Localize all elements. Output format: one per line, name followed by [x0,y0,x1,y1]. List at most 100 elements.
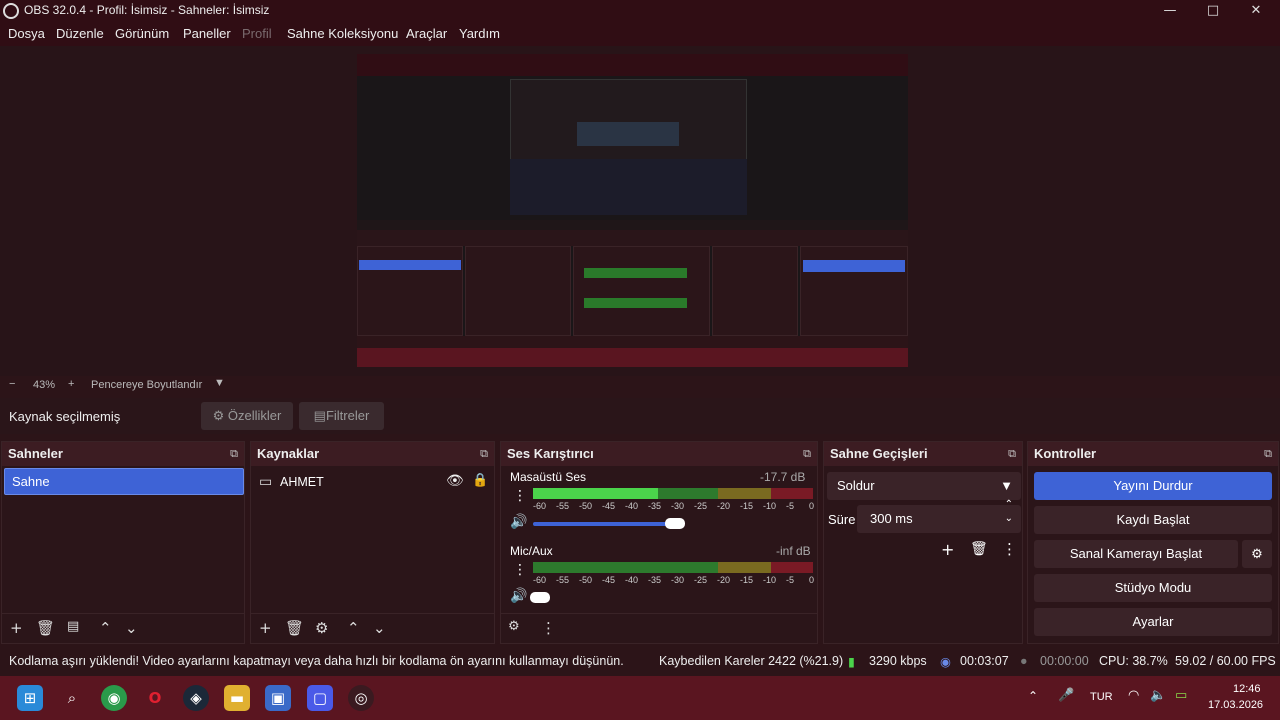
add-scene-icon[interactable]: + [10,619,23,637]
trash-icon[interactable]: 🗑 [36,619,55,637]
meter-tick-label: -50 [579,501,593,511]
language-indicator[interactable]: TUR [1090,691,1113,703]
menu-file[interactable]: Dosya [8,26,45,41]
menu-tools[interactable]: Araçlar [406,26,447,41]
controls-dock: Kontroller ⧉ Yayını Durdur Kaydı Başlat S… [1027,441,1279,644]
virtual-camera-button[interactable]: Sanal Kamerayı Başlat [1034,540,1238,568]
properties-button[interactable]: ⚙ Özellikler [201,402,293,430]
window-title: OBS 32.0.4 - Profil: İsimsiz - Sahneler:… [24,3,270,17]
undock-icon[interactable]: ⧉ [230,442,238,466]
meter-tick-label: -10 [763,501,777,511]
arrow-up-icon[interactable]: ⌃ [347,619,360,637]
scene-item[interactable]: Sahne [4,468,244,495]
menu-docks[interactable]: Paneller [183,26,231,41]
add-source-icon[interactable]: + [259,619,272,637]
lock-icon[interactable]: 🔒 [472,473,488,488]
zoom-in-button[interactable]: + [68,378,74,390]
speaker-icon[interactable]: 🔊 [510,588,527,604]
channel-name: Masaüstü Ses [510,470,587,484]
clock-time[interactable]: 12:46 [1233,683,1261,695]
volume-icon[interactable]: 🔈 [1150,688,1166,703]
transition-select[interactable]: Soldur ▼ [827,472,1021,500]
eye-icon[interactable]: 👁 [446,473,464,489]
search-icon[interactable]: ⌕ [59,685,85,711]
undock-icon[interactable]: ⧉ [1008,442,1016,466]
meter-tick-label: -55 [556,501,570,511]
more-icon[interactable]: ⋮ [513,562,527,578]
settings-button[interactable]: Ayarlar [1034,608,1272,636]
chevron-down-icon[interactable]: ▼ [214,377,225,389]
undock-icon[interactable]: ⧉ [1264,442,1272,466]
arrow-down-icon[interactable]: ⌄ [125,619,138,637]
zoom-out-button[interactable]: − [9,378,15,390]
wifi-icon[interactable]: ◠ [1128,688,1139,703]
meter-tick-label: -50 [579,575,593,585]
close-button[interactable]: ✕ [1238,1,1274,21]
menu-view[interactable]: Görünüm [115,26,169,41]
more-icon[interactable]: ⋮ [1002,540,1017,558]
gear-icon[interactable]: ⚙ [1242,540,1272,568]
menu-help[interactable]: Yardım [459,26,500,41]
stop-stream-button[interactable]: Yayını Durdur [1034,472,1272,500]
encoding-warning: Kodlama aşırı yüklendi! Video ayarlarını… [9,654,624,668]
opera-icon[interactable]: O [142,685,168,711]
steam-icon[interactable]: ◈ [183,685,209,711]
trash-icon[interactable]: 🗑 [285,619,304,637]
scene-filters-icon[interactable]: ▤ [67,619,79,634]
chevron-up-icon[interactable]: ⌃ [1028,689,1038,703]
more-icon[interactable]: ⋮ [513,488,527,504]
studio-mode-button[interactable]: Stüdyo Modu [1034,574,1272,602]
battery-icon[interactable]: ▭ [1175,688,1187,703]
trash-icon[interactable]: 🗑 [970,541,988,557]
add-icon[interactable]: + [941,540,954,559]
undock-icon[interactable]: ⧉ [480,442,488,466]
menu-scene-collection[interactable]: Sahne Koleksiyonu [287,26,398,41]
bitrate: 3290 kbps [869,654,927,668]
mixer-title: Ses Karıştırıcı ⧉ [501,442,817,466]
gear-icon[interactable]: ⚙ [315,619,328,637]
stream-time: 00:03:07 [960,654,1009,668]
channel-name: Mic/Aux [510,544,553,558]
arrow-down-icon[interactable]: ⌄ [373,619,386,637]
app-icon[interactable]: ▢ [307,685,333,711]
meter-tick-label: -20 [717,575,731,585]
scenes-title: Sahneler ⧉ [2,442,244,466]
source-item[interactable]: AHMET [280,475,324,489]
maximize-button[interactable]: □ [1195,1,1231,21]
no-source-label: Kaynak seçilmemiş [9,409,121,424]
obs-taskbar-icon[interactable]: ◎ [348,685,374,711]
arrow-up-icon[interactable]: ⌃ [99,619,112,637]
clock-date[interactable]: 17.03.2026 [1208,699,1263,711]
meter-tick-label: 0 [809,501,815,511]
taskbar: ⊞ ⌕ ◉ O ◈ ▬ ▣ ▢ ◎ ⌃ 🎤 TUR ◠ 🔈 ▭ 12:46 17… [0,676,1280,720]
start-record-button[interactable]: Kaydı Başlat [1034,506,1272,534]
more-icon[interactable]: ⋮ [541,619,556,637]
meter-tick-label: -45 [602,501,616,511]
menu-edit[interactable]: Düzenle [56,26,104,41]
chrome-icon[interactable]: ◉ [101,685,127,711]
file-explorer-icon[interactable]: ▬ [224,685,250,711]
undock-icon[interactable]: ⧉ [803,442,811,466]
scenes-dock: Sahneler ⧉ Sahne + 🗑 ▤ ⌃ ⌄ [1,441,245,644]
advanced-audio-icon[interactable]: ⚙ [508,619,520,634]
volume-slider[interactable] [533,522,675,526]
windows-start-icon[interactable]: ⊞ [17,685,43,711]
source-toolbar: Kaynak seçilmemiş ⚙ Özellikler ▤Filtrele… [0,398,1280,434]
store-icon[interactable]: ▣ [265,685,291,711]
filters-button[interactable]: ▤Filtreler [299,402,384,430]
speaker-icon[interactable]: 🔊 [510,514,527,530]
duration-input[interactable]: 300 ms ⌃ ⌄ [857,499,1021,533]
volume-handle[interactable] [665,518,685,529]
meter-tick-label: -60 [533,501,547,511]
microphone-icon[interactable]: 🎤 [1058,688,1074,703]
minimize-button[interactable]: — [1152,1,1188,21]
meter-tick-label: 0 [809,575,815,585]
meter-tick-label: -30 [671,501,685,511]
meter-tick-label: -5 [786,501,795,511]
menu-profile[interactable]: Profil [242,26,272,41]
volume-handle[interactable] [530,592,550,603]
zoom-mode[interactable]: Pencereye Boyutlandır [91,379,202,391]
meter-tick-label: -45 [602,575,616,585]
meter-tick-label: -15 [740,501,754,511]
meter-tick-label: -30 [671,575,685,585]
